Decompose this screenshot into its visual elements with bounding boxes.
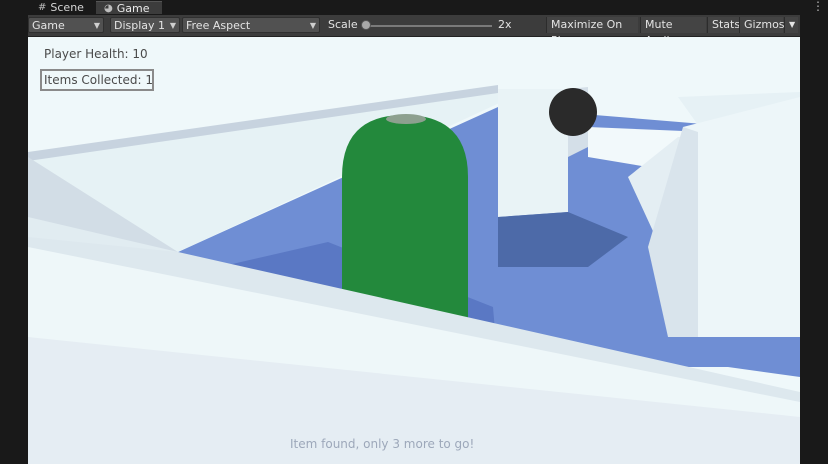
display-dropdown-value: Display 1 xyxy=(114,19,166,32)
mute-audio-button[interactable]: Mute Audio xyxy=(640,17,706,47)
capsule-highlight xyxy=(386,114,426,124)
target-dropdown[interactable]: Game ▼ xyxy=(28,17,104,33)
gizmos-button[interactable]: Gizmos xyxy=(739,17,785,33)
stats-button[interactable]: Stats xyxy=(707,17,740,33)
tab-scene-label: Scene xyxy=(50,1,84,14)
tab-game[interactable]: ◕ Game xyxy=(96,1,162,15)
game-view[interactable]: Player Health: 10 Items Collected: 1 Ite… xyxy=(28,37,800,464)
chevron-down-icon: ▼ xyxy=(169,21,176,30)
gamepad-icon: ◕ xyxy=(104,2,113,14)
player-health-label: Player Health: 10 xyxy=(44,47,148,61)
chevron-down-icon: ▼ xyxy=(309,21,316,30)
game-toolbar: Game ▼ Display 1 ▼ Free Aspect ▼ Scale 2… xyxy=(28,15,800,47)
target-dropdown-value: Game xyxy=(32,19,65,32)
items-collected-label: Items Collected: 1 xyxy=(44,73,153,87)
maximize-on-play-button[interactable]: Maximize On Play xyxy=(546,17,638,47)
tab-scene[interactable]: # Scene xyxy=(30,1,92,14)
maze-scene xyxy=(28,37,800,464)
status-message: Item found, only 3 more to go! xyxy=(290,437,475,451)
display-dropdown[interactable]: Display 1 ▼ xyxy=(110,17,180,33)
gizmos-menu-button[interactable]: ▼ xyxy=(784,17,798,33)
window-tab-bar: # Scene ◕ Game ⋮ xyxy=(0,0,828,15)
scale-slider-thumb[interactable] xyxy=(361,20,371,30)
scale-label: Scale xyxy=(328,18,358,31)
dark-sphere xyxy=(549,88,597,136)
aspect-dropdown-value: Free Aspect xyxy=(186,19,251,32)
hash-icon: # xyxy=(38,2,47,13)
right-wall-face xyxy=(683,97,800,337)
more-options-icon[interactable]: ⋮ xyxy=(812,0,824,14)
scale-slider-track[interactable] xyxy=(368,25,492,27)
aspect-dropdown[interactable]: Free Aspect ▼ xyxy=(182,17,320,33)
tab-game-label: Game xyxy=(116,1,150,15)
chevron-down-icon: ▼ xyxy=(93,21,100,30)
scale-value: 2x xyxy=(498,18,512,31)
